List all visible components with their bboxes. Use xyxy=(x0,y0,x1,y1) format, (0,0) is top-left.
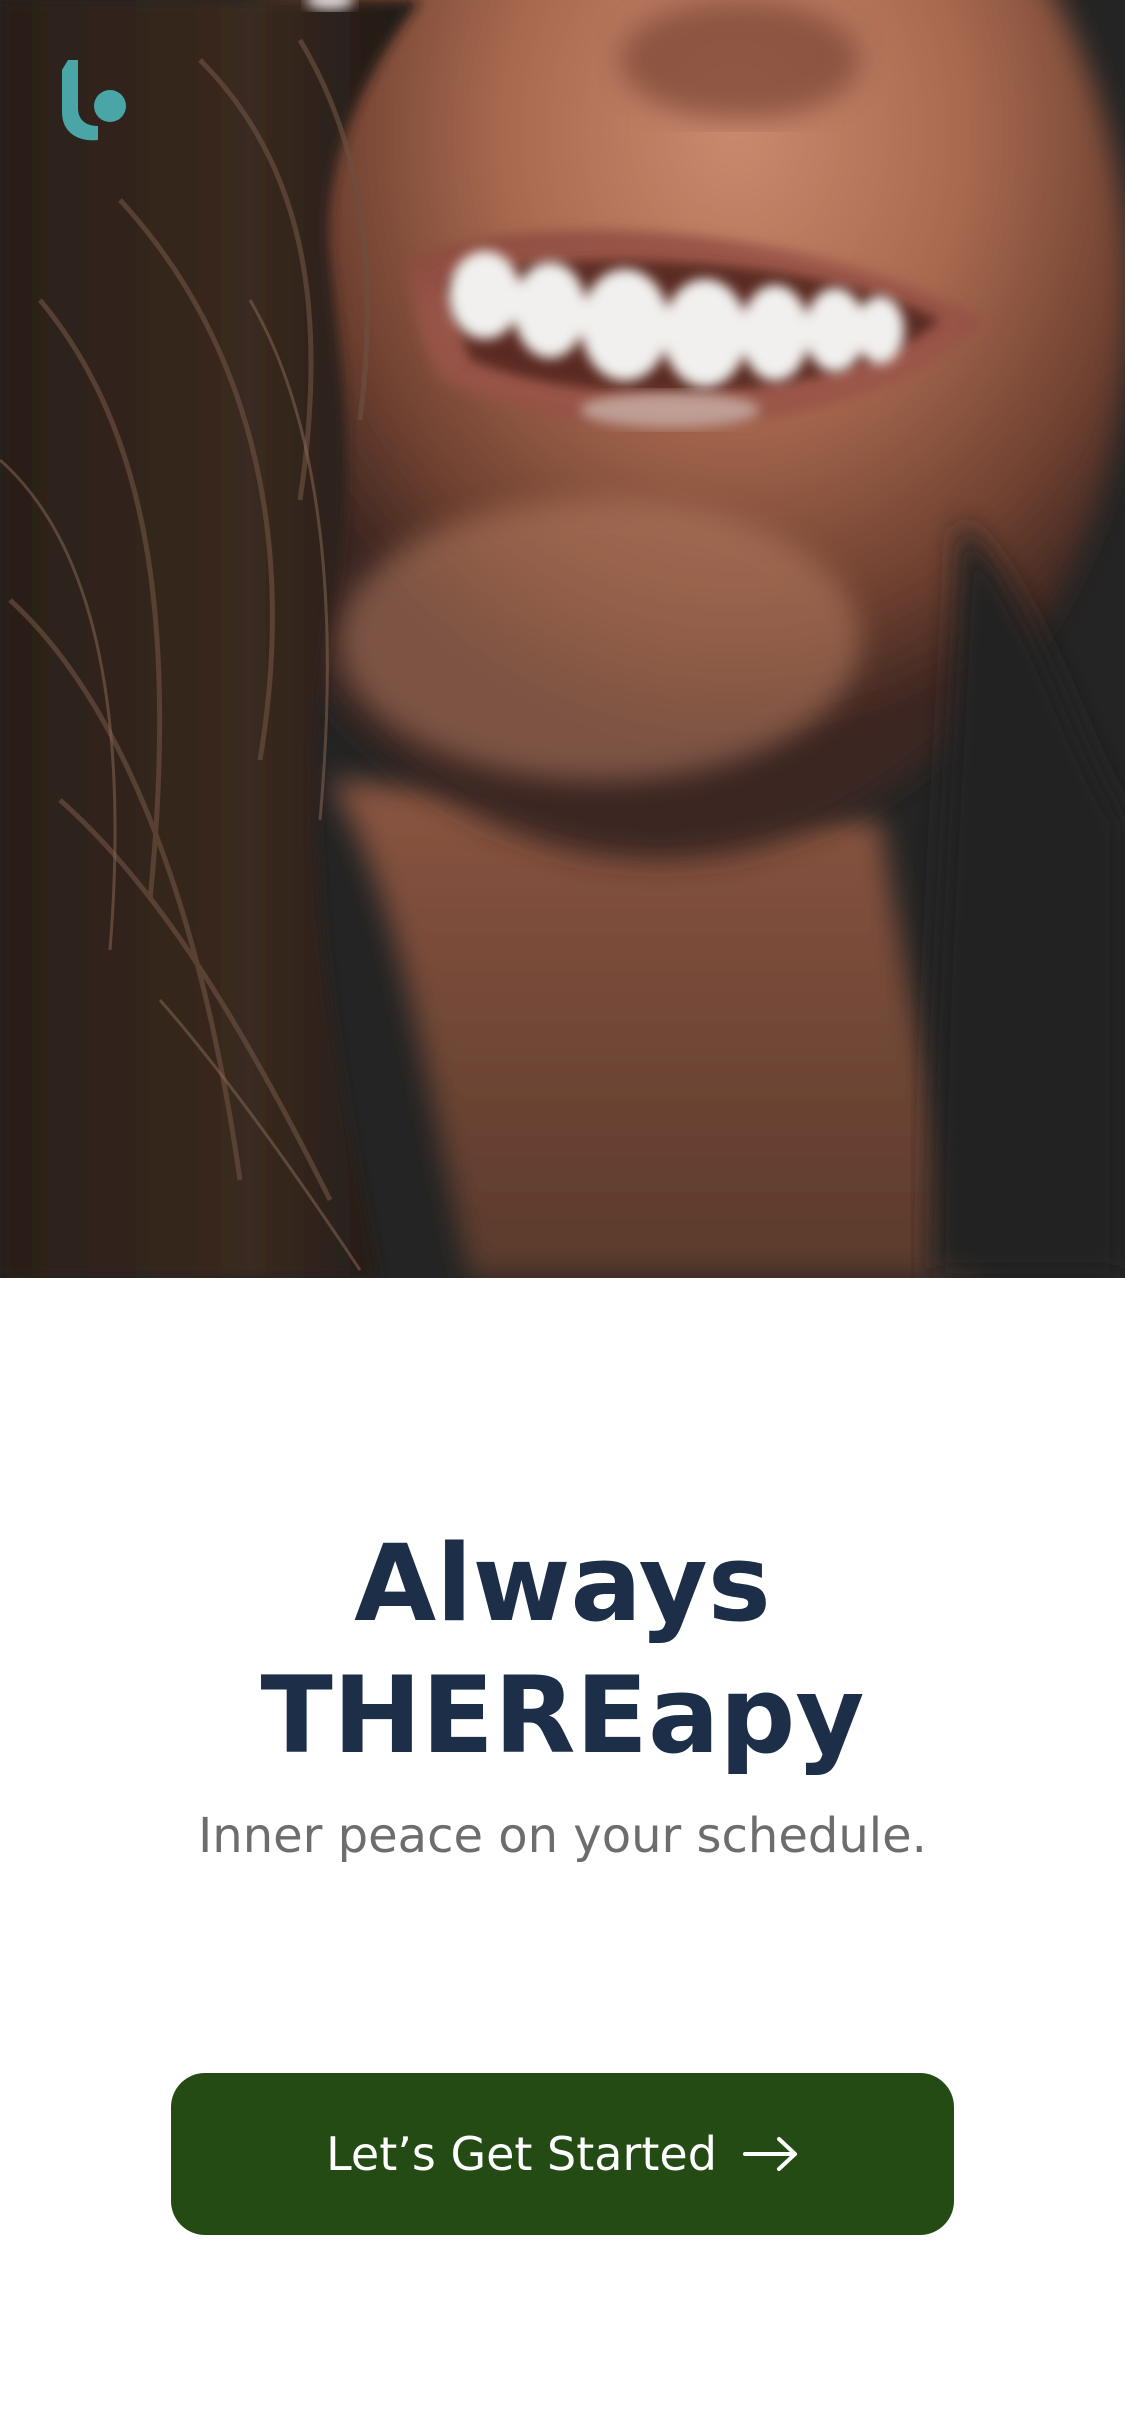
title-line-1: Always xyxy=(354,1522,771,1645)
get-started-label: Let’s Get Started xyxy=(326,2127,717,2181)
title-line-2: THEREapy xyxy=(260,1654,865,1777)
arrow-right-icon xyxy=(742,2137,797,2171)
page-subtitle: Inner peace on your schedule. xyxy=(198,1808,927,1864)
get-started-button[interactable]: Let’s Get Started xyxy=(171,2073,954,2235)
brand-logo-icon xyxy=(62,60,126,141)
smiling-woman-photo xyxy=(0,0,1125,1278)
page-title: Always THEREapy xyxy=(0,1518,1125,1782)
hero-photo xyxy=(0,0,1125,1278)
